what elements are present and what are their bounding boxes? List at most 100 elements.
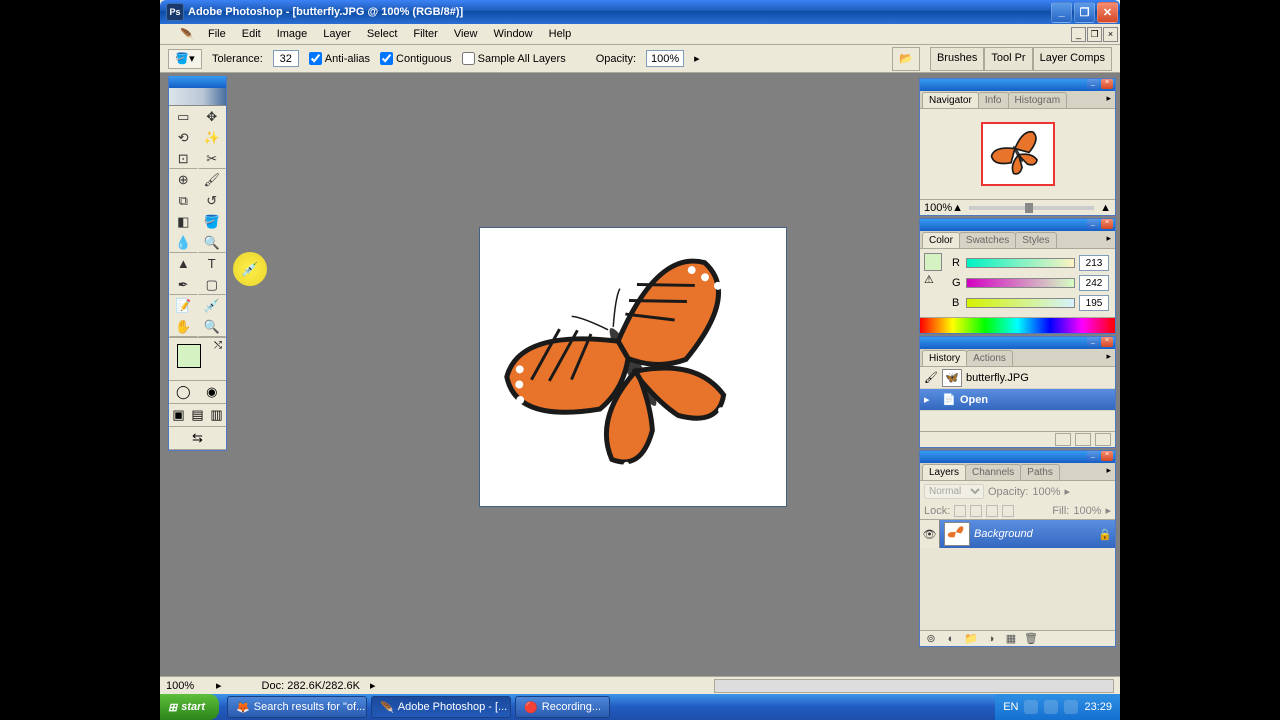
menu-image[interactable]: Image [269, 26, 316, 42]
new-snapshot-icon[interactable] [1075, 433, 1091, 446]
marquee-tool[interactable]: ▭ [169, 106, 198, 127]
layer-style-icon[interactable]: ⊚ [922, 632, 940, 645]
status-zoom[interactable]: 100% [166, 680, 216, 692]
tab-info[interactable]: Info [978, 92, 1009, 108]
shape-tool[interactable]: ▢ [198, 274, 227, 295]
tool-preset-picker[interactable]: 🪣▾ [168, 49, 202, 69]
b-input[interactable] [1079, 295, 1109, 311]
standard-mode-button[interactable]: ◯ [169, 381, 198, 403]
layer-mask-icon[interactable]: ◐ [942, 632, 960, 645]
zoom-in-icon[interactable]: ▲ [1100, 202, 1111, 214]
new-layer-icon[interactable]: ▦ [1002, 632, 1020, 645]
layer-thumbnail[interactable] [944, 522, 970, 546]
navigator-zoom-slider[interactable] [969, 206, 1094, 210]
r-input[interactable] [1079, 255, 1109, 271]
task-firefox[interactable]: 🦊Search results for "of... [227, 696, 367, 718]
tab-paths[interactable]: Paths [1020, 464, 1060, 480]
gamut-warning-icon[interactable]: ⚠ [924, 273, 942, 291]
status-menu-icon[interactable]: ▸ [370, 679, 376, 692]
blend-mode-select[interactable]: Normal [924, 484, 984, 499]
color-spectrum[interactable] [920, 317, 1115, 333]
layer-row-background[interactable]: 👁 Background 🔒 [920, 520, 1115, 548]
panel-close-icon[interactable]: × [1101, 219, 1113, 229]
panel-menu-icon[interactable]: ▸ [1102, 461, 1115, 480]
well-tab-tool-presets[interactable]: Tool Pr [984, 47, 1032, 71]
notes-tool[interactable]: 📝 [169, 295, 198, 316]
menu-view[interactable]: View [446, 26, 486, 42]
tab-histogram[interactable]: Histogram [1008, 92, 1068, 108]
panel-minimize-icon[interactable]: _ [1087, 451, 1099, 461]
lock-position-icon[interactable] [986, 505, 998, 517]
tab-channels[interactable]: Channels [965, 464, 1021, 480]
panel-close-icon[interactable]: × [1101, 337, 1113, 347]
maximize-button[interactable]: ❐ [1074, 2, 1095, 23]
contiguous-checkbox[interactable]: Contiguous [380, 52, 452, 65]
dodge-tool[interactable]: 🔍 [198, 232, 227, 253]
jump-to-imageready-button[interactable]: ⇆ [169, 427, 226, 449]
zoom-out-icon[interactable]: ▲ [952, 202, 963, 214]
zoom-tool[interactable]: 🔍 [198, 316, 227, 337]
panel-menu-icon[interactable]: ▸ [1102, 229, 1115, 248]
panel-menu-icon[interactable]: ▸ [1102, 347, 1115, 366]
lasso-tool[interactable]: ⟲ [169, 127, 198, 148]
quickmask-mode-button[interactable]: ◉ [198, 381, 227, 403]
language-indicator[interactable]: EN [1003, 701, 1018, 713]
menu-layer[interactable]: Layer [315, 26, 359, 42]
menu-window[interactable]: Window [486, 26, 541, 42]
lock-transparent-icon[interactable] [954, 505, 966, 517]
opacity-flyout-icon[interactable]: ▸ [694, 52, 700, 65]
screen-full-menubar-button[interactable]: ▤ [188, 404, 207, 426]
slice-tool[interactable]: ✂ [198, 148, 227, 169]
start-button[interactable]: ⊞ start [160, 694, 219, 720]
color-fg-swatch[interactable] [924, 253, 942, 271]
tray-icon[interactable] [1024, 700, 1038, 714]
close-button[interactable]: ✕ [1097, 2, 1118, 23]
foreground-color[interactable] [177, 344, 201, 368]
lock-image-icon[interactable] [970, 505, 982, 517]
panel-close-icon[interactable]: × [1101, 451, 1113, 461]
tab-navigator[interactable]: Navigator [922, 92, 979, 108]
panel-minimize-icon[interactable]: _ [1087, 79, 1099, 89]
history-brush-tool[interactable]: ↺ [198, 190, 227, 211]
opacity-input[interactable] [646, 50, 684, 67]
tab-history[interactable]: History [922, 350, 967, 366]
screen-full-button[interactable]: ▥ [207, 404, 226, 426]
crop-tool[interactable]: ⊡ [169, 148, 198, 169]
panel-minimize-icon[interactable]: _ [1087, 337, 1099, 347]
tab-styles[interactable]: Styles [1015, 232, 1056, 248]
toolbox-grip[interactable] [169, 76, 226, 88]
pen-tool[interactable]: ✒ [169, 274, 198, 295]
brush-tool[interactable]: 🖌 [198, 169, 227, 190]
delete-state-icon[interactable] [1095, 433, 1111, 446]
task-recording[interactable]: 🔴Recording... [515, 696, 610, 718]
clone-stamp-tool[interactable]: ⧉ [169, 190, 198, 211]
well-tab-brushes[interactable]: Brushes [930, 47, 984, 71]
navigator-thumbnail[interactable] [981, 122, 1055, 186]
sample-all-layers-checkbox[interactable]: Sample All Layers [462, 52, 566, 65]
menu-file[interactable]: File [200, 26, 234, 42]
layer-opacity-value[interactable]: 100% [1032, 486, 1060, 498]
delete-layer-icon[interactable]: 🗑 [1022, 632, 1040, 645]
tab-actions[interactable]: Actions [966, 350, 1013, 366]
blur-tool[interactable]: 💧 [169, 232, 198, 253]
eraser-tool[interactable]: ◧ [169, 211, 198, 232]
new-doc-from-state-icon[interactable] [1055, 433, 1071, 446]
minimize-button[interactable]: _ [1051, 2, 1072, 23]
file-browser-button[interactable]: 📂 [892, 47, 920, 71]
b-slider[interactable] [966, 298, 1075, 308]
mdi-close[interactable]: × [1103, 27, 1118, 42]
horizontal-scrollbar[interactable] [714, 679, 1114, 693]
menu-filter[interactable]: Filter [405, 26, 445, 42]
visibility-eye-icon[interactable]: 👁 [920, 520, 940, 548]
document-canvas[interactable] [479, 227, 787, 507]
swap-colors-icon[interactable]: ⤭ [214, 340, 222, 351]
tab-color[interactable]: Color [922, 232, 960, 248]
tab-swatches[interactable]: Swatches [959, 232, 1016, 248]
healing-brush-tool[interactable]: ⊕ [169, 169, 198, 190]
paint-bucket-tool[interactable]: 🪣 [198, 211, 227, 232]
tab-layers[interactable]: Layers [922, 464, 966, 480]
titlebar[interactable]: Ps Adobe Photoshop - [butterfly.JPG @ 10… [160, 0, 1120, 24]
navigator-zoom-value[interactable]: 100% [924, 202, 952, 214]
g-input[interactable] [1079, 275, 1109, 291]
fill-value[interactable]: 100% [1073, 505, 1101, 517]
